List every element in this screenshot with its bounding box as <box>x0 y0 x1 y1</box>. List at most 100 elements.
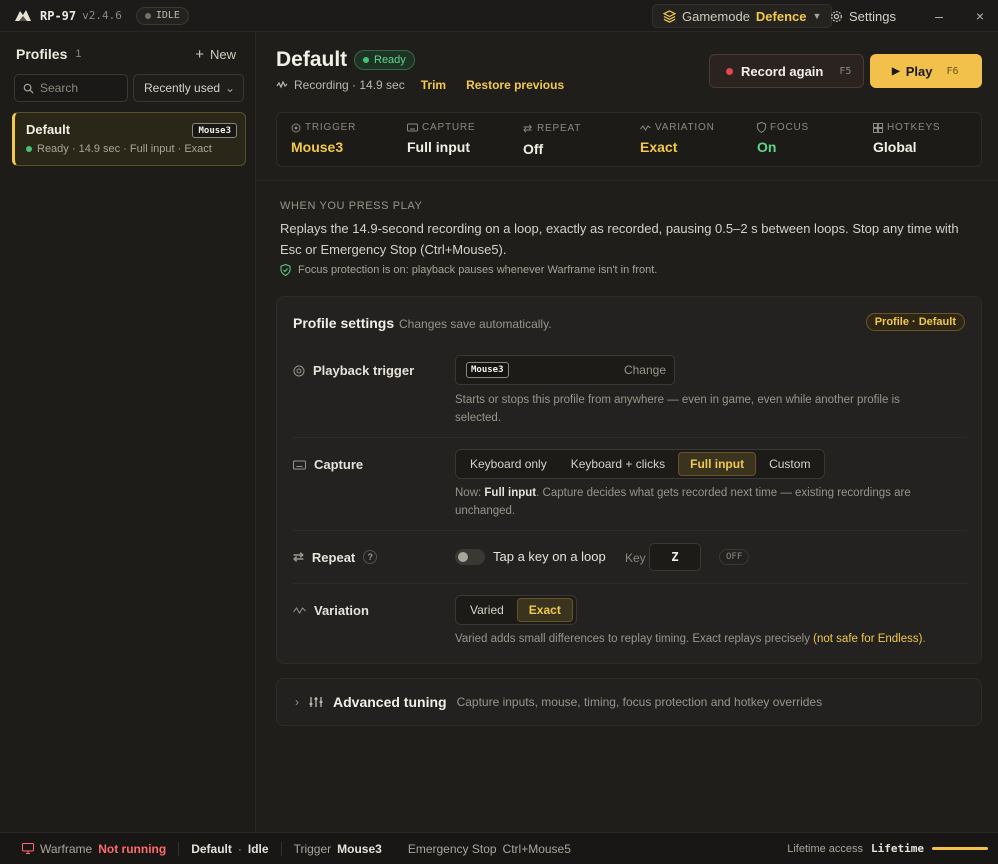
stat-label: HOTKEYS <box>887 122 941 133</box>
ready-dot-icon <box>363 57 369 63</box>
search-input[interactable] <box>40 81 120 95</box>
status-badge-text: Ready <box>374 54 406 66</box>
repeat-toggle-label: Tap a key on a loop <box>493 549 606 564</box>
footer-game-status: Warframe Not running <box>0 841 180 856</box>
profile-count: 1 <box>75 48 82 60</box>
plus-icon: + <box>195 46 204 63</box>
profile-meta: Ready · 14.9 sec · Full input · Exact <box>26 143 212 155</box>
divider <box>293 437 967 438</box>
stat-label: REPEAT <box>537 123 582 134</box>
stat-capture: CAPTURE Full input <box>407 122 475 155</box>
variation-help-text: Varied adds small differences to replay … <box>455 633 814 645</box>
footer-trigger-label: Trigger <box>293 841 332 856</box>
layers-icon <box>663 9 676 23</box>
when-heading: WHEN YOU PRESS PLAY <box>280 200 423 212</box>
target-icon <box>291 123 301 132</box>
repeat-key-label: Key <box>625 551 646 565</box>
profile-settings-card: Profile settings Changes save automatica… <box>276 296 982 664</box>
minimize-button[interactable]: – <box>929 8 949 24</box>
profile-item-default[interactable]: Default Mouse3 Ready · 14.9 sec · Full i… <box>12 112 246 166</box>
stat-label: TRIGGER <box>305 122 357 133</box>
new-profile-button[interactable]: + New <box>195 46 236 63</box>
variation-help-end: . <box>922 633 926 645</box>
capture-segmented: Keyboard only Keyboard + clicks Full inp… <box>455 449 826 479</box>
summary-bar: TRIGGER Mouse3 CAPTURE Full input ⇄ REPEA… <box>276 112 982 167</box>
keyboard-icon <box>293 460 306 469</box>
app-status-badge: IDLE <box>135 6 189 25</box>
gamemode-value: Defence <box>755 8 807 24</box>
stat-trigger: TRIGGER Mouse3 <box>291 122 356 155</box>
recording-text: Recording · 14.9 sec <box>294 78 405 92</box>
focus-note-text: Focus protection is on: playback pauses … <box>298 264 658 276</box>
footer-access-label: Lifetime access <box>787 842 864 855</box>
stat-value: Off <box>523 141 544 157</box>
stat-focus: FOCUS On <box>757 122 809 155</box>
shield-icon <box>757 122 766 133</box>
sidebar: Profiles 1 + New Recently used ⌄ Default… <box>0 32 256 832</box>
capture-option-keyboard-only[interactable]: Keyboard only <box>459 452 558 476</box>
focus-note: Focus protection is on: playback pauses … <box>280 264 657 276</box>
monitor-icon <box>22 843 34 854</box>
new-profile-label: New <box>209 47 236 62</box>
app-logo-icon <box>14 9 32 23</box>
help-icon[interactable]: ? <box>363 550 378 564</box>
record-again-label: Record again <box>741 63 824 79</box>
repeat-toggle[interactable] <box>455 549 485 565</box>
sort-value: Recently used <box>144 81 221 95</box>
play-icon: ▶ <box>892 65 900 77</box>
restore-previous-link[interactable]: Restore previous <box>466 78 564 92</box>
record-shortcut: F5 <box>839 65 852 77</box>
footer-trigger: Trigger Mouse3 Emergency Stop Ctrl+Mouse… <box>282 842 583 856</box>
repeat-icon: ⇄ <box>293 549 304 564</box>
stat-label: FOCUS <box>770 122 809 133</box>
waveform-icon <box>276 80 288 89</box>
profile-key-badge: Mouse3 <box>192 123 237 138</box>
stat-hotkeys: HOTKEYS Global <box>873 122 940 155</box>
profile-settings-title: Profile settings <box>293 315 395 331</box>
recording-info: Recording · 14.9 sec Trim Restore previo… <box>276 78 564 92</box>
stat-value: Exact <box>640 139 678 155</box>
trim-link[interactable]: Trim <box>421 78 446 92</box>
footer-trigger-value: Mouse3 <box>337 841 382 856</box>
status-badge: Ready <box>354 50 415 70</box>
separator-dot: · <box>237 841 242 856</box>
grid-icon <box>873 122 883 133</box>
record-again-button[interactable]: Record again F5 <box>709 54 864 88</box>
play-button[interactable]: ▶ Play F6 <box>870 54 982 88</box>
settings-button[interactable]: Settings <box>830 4 896 28</box>
variation-option-exact[interactable]: Exact <box>516 598 573 622</box>
divider <box>256 180 998 181</box>
variation-warning: (not safe for Endless) <box>813 633 923 645</box>
trigger-change-button[interactable]: Change <box>624 363 666 377</box>
profile-name: Default <box>26 122 71 137</box>
advanced-tuning-section[interactable]: › Advanced tuning Capture inputs, mouse,… <box>276 678 982 726</box>
app-status-text: IDLE <box>155 10 180 21</box>
variation-option-varied[interactable]: Varied <box>459 598 515 622</box>
status-dot-icon <box>144 12 151 19</box>
status-bar: Warframe Not running Default · Idle Trig… <box>0 832 998 864</box>
close-button[interactable]: × <box>970 8 990 24</box>
capture-row-label: Capture <box>293 457 363 472</box>
sort-select[interactable]: Recently used ⌄ <box>133 74 244 102</box>
advanced-tuning-subtitle: Capture inputs, mouse, timing, focus pro… <box>456 695 823 709</box>
advanced-tuning-title: Advanced tuning <box>333 694 447 710</box>
capture-option-keyboard-clicks[interactable]: Keyboard + clicks <box>560 452 676 476</box>
trigger-field[interactable]: Mouse3 Change <box>455 355 675 385</box>
stat-value: Full input <box>407 139 470 155</box>
divider <box>293 583 967 584</box>
sidebar-title: Profiles <box>16 46 68 62</box>
play-shortcut: F6 <box>946 65 959 77</box>
repeat-key-field[interactable]: Z <box>649 543 701 571</box>
capture-option-full-input[interactable]: Full input <box>678 452 757 476</box>
stat-value: Mouse3 <box>291 139 344 155</box>
gamemode-dropdown[interactable]: Gamemode Defence ▼ <box>652 4 833 28</box>
profile-meta-text: Ready · 14.9 sec · Full input · Exact <box>37 143 212 155</box>
variation-segmented: Varied Exact <box>455 595 577 625</box>
profile-badge: Profile · Default <box>865 313 965 331</box>
search-box[interactable] <box>14 74 128 102</box>
divider <box>293 530 967 531</box>
gamemode-label: Gamemode <box>682 8 750 24</box>
app-version: v2.4.6 <box>82 9 122 22</box>
repeat-state-badge: OFF <box>719 549 750 565</box>
capture-option-custom[interactable]: Custom <box>758 452 821 476</box>
